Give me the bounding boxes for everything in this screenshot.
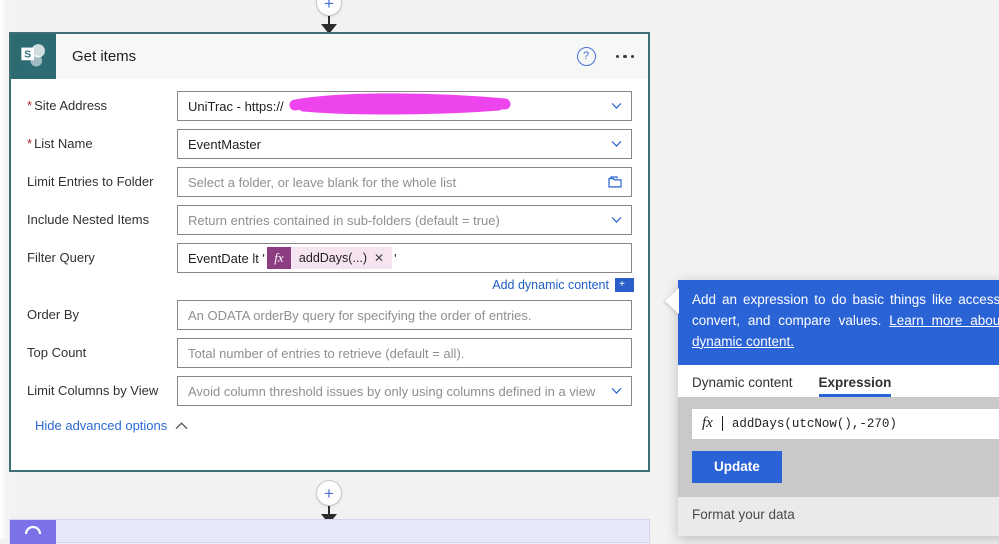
- chevron-down-icon[interactable]: [611, 102, 622, 110]
- field-row-filter-query: Filter Query EventDate lt ' fx addDays(.…: [27, 243, 632, 292]
- field-row-top-count: Top Count Total number of entries to ret…: [27, 338, 632, 368]
- expression-token-chip[interactable]: fx addDays(...) ✕: [266, 247, 393, 269]
- field-label: * List Name: [27, 136, 93, 151]
- filter-query-input[interactable]: EventDate lt ' fx addDays(...) ✕ ': [177, 243, 632, 273]
- add-dynamic-content-row: Add dynamic content +: [177, 278, 632, 292]
- field-control: UniTrac - https://: [177, 91, 632, 121]
- field-row-include-nested-items: Include Nested Items Return entries cont…: [27, 205, 632, 235]
- site-address-input[interactable]: UniTrac - https://: [177, 91, 632, 121]
- list-name-input[interactable]: EventMaster: [177, 129, 632, 159]
- field-label: Limit Columns by View: [27, 383, 159, 398]
- advanced-options-label: Hide advanced options: [35, 418, 168, 433]
- update-button[interactable]: Update: [692, 450, 782, 483]
- required-marker: *: [27, 136, 33, 151]
- field-row-limit-entries-to-folder: Limit Entries to Folder Select a folder,…: [27, 167, 632, 197]
- expression-input[interactable]: fx addDays(utcNow(),-270): [692, 408, 999, 439]
- field-control: Total number of entries to retrieve (def…: [177, 338, 632, 368]
- chevron-down-icon[interactable]: [611, 387, 622, 395]
- tab-expression[interactable]: Expression: [818, 375, 891, 397]
- field-control: EventMaster: [177, 129, 632, 159]
- field-label: Filter Query: [27, 250, 95, 265]
- field-label: Order By: [27, 307, 80, 322]
- token-body: addDays(...) ✕: [290, 247, 393, 269]
- field-row-list-name: * List Name EventMaster: [27, 129, 632, 159]
- tab-dynamic-content[interactable]: Dynamic content: [692, 375, 793, 397]
- expression-flyout-panel[interactable]: Add an expression to do basic things lik…: [665, 280, 999, 536]
- card-header-actions: ?: [576, 34, 634, 79]
- loop-icon: [10, 520, 56, 544]
- limit-entries-to-folder-input[interactable]: Select a folder, or leave blank for the …: [177, 167, 632, 197]
- add-dynamic-content-link[interactable]: Add dynamic content: [492, 278, 609, 292]
- sharepoint-glyph: S: [21, 44, 45, 67]
- token-label: addDays(...): [298, 251, 368, 265]
- field-control: Select a folder, or leave blank for the …: [177, 167, 632, 197]
- field-control: Return entries contained in sub-folders …: [177, 205, 632, 235]
- field-control: EventDate lt ' fx addDays(...) ✕ ' Add d…: [177, 243, 632, 292]
- top-count-input[interactable]: Total number of entries to retrieve (def…: [177, 338, 632, 368]
- top-connector: +: [299, 0, 359, 34]
- bottom-connector: +: [299, 480, 359, 524]
- action-form: * Site Address UniTrac - https:// * List…: [11, 79, 648, 433]
- flow-canvas: + S Get items ? * Site Address UniTrac -…: [0, 0, 999, 544]
- card-title: Get items: [72, 48, 137, 65]
- card-header[interactable]: S Get items ?: [11, 34, 648, 79]
- flyout-tabs: Dynamic content Expression: [678, 364, 999, 397]
- flyout-footer: Format your data: [678, 496, 999, 536]
- field-label: Top Count: [27, 345, 87, 360]
- ellipsis-icon[interactable]: [615, 54, 634, 59]
- limit-columns-by-view-input[interactable]: Avoid column threshold issues by only us…: [177, 376, 632, 406]
- add-step-button-top[interactable]: +: [316, 0, 342, 16]
- required-marker: *: [27, 98, 33, 113]
- flyout-banner: Add an expression to do basic things lik…: [678, 280, 999, 365]
- flyout-pointer: [665, 288, 679, 314]
- svg-text:S: S: [24, 50, 31, 61]
- loop-glyph: [24, 525, 42, 535]
- folder-icon[interactable]: [608, 176, 622, 188]
- fx-icon: fx: [266, 247, 291, 269]
- include-nested-items-input[interactable]: Return entries contained in sub-folders …: [177, 205, 632, 235]
- get-items-action-card[interactable]: S Get items ? * Site Address UniTrac - ht…: [9, 32, 650, 472]
- help-circle-icon[interactable]: ?: [576, 47, 596, 66]
- text-caret: [721, 416, 723, 432]
- field-label: * Site Address: [27, 98, 108, 113]
- field-control: An ODATA orderBy query for specifying th…: [177, 300, 632, 330]
- field-row-site-address: * Site Address UniTrac - https://: [27, 91, 632, 121]
- chevron-down-icon[interactable]: [611, 140, 622, 148]
- expression-value: addDays(utcNow(),-270): [731, 416, 897, 431]
- add-step-button-bottom[interactable]: +: [316, 480, 342, 506]
- chevron-up-icon[interactable]: [175, 421, 188, 430]
- field-control: Avoid column threshold issues by only us…: [177, 376, 632, 406]
- add-dynamic-content-badge[interactable]: +: [615, 278, 632, 292]
- flyout-body: fx addDays(utcNow(),-270) Update: [678, 396, 999, 497]
- sharepoint-icon: S: [11, 34, 56, 79]
- fx-icon: fx: [702, 415, 713, 432]
- field-label: Limit Entries to Folder: [27, 174, 154, 189]
- advanced-options-toggle[interactable]: Hide advanced options: [35, 418, 632, 433]
- field-row-limit-columns-by-view: Limit Columns by View Avoid column thres…: [27, 376, 632, 406]
- close-icon[interactable]: ✕: [374, 251, 384, 265]
- order-by-input[interactable]: An ODATA orderBy query for specifying th…: [177, 300, 632, 330]
- field-label: Include Nested Items: [27, 212, 150, 227]
- chevron-down-icon[interactable]: [611, 216, 622, 224]
- next-action-card[interactable]: [9, 519, 650, 544]
- field-row-order-by: Order By An ODATA orderBy query for spec…: [27, 300, 632, 330]
